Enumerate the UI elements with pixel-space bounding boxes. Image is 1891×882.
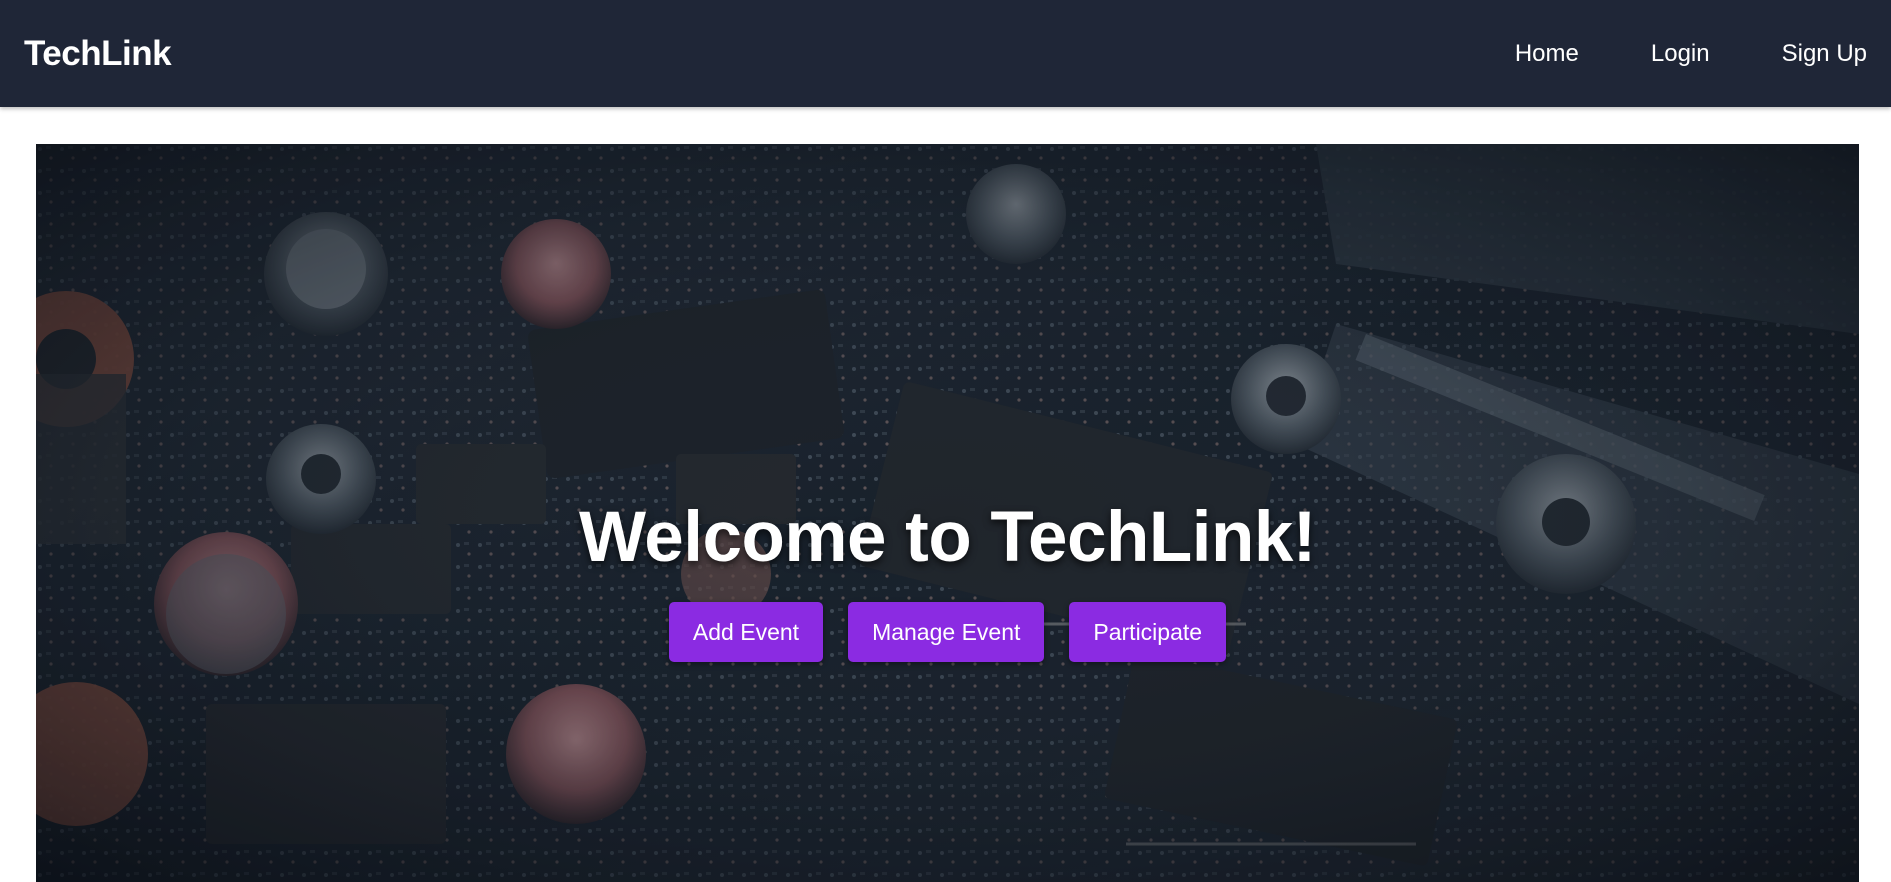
top-navbar: TechLink Home Login Sign Up [0,0,1891,107]
hero-content: Welcome to TechLink! Add Event Manage Ev… [36,144,1859,882]
add-event-button[interactable]: Add Event [668,602,824,662]
nav-link-signup[interactable]: Sign Up [1782,40,1867,68]
nav-link-home[interactable]: Home [1515,40,1579,68]
participate-button[interactable]: Participate [1069,602,1227,662]
nav-links: Home Login Sign Up [1443,40,1867,68]
manage-event-button[interactable]: Manage Event [848,602,1045,662]
hero-actions: Add Event Manage Event Participate [668,602,1227,662]
hero-title: Welcome to TechLink! [579,498,1316,577]
nav-link-login[interactable]: Login [1651,40,1710,68]
brand-logo[interactable]: TechLink [24,34,172,74]
hero-section: Welcome to TechLink! Add Event Manage Ev… [36,144,1859,882]
